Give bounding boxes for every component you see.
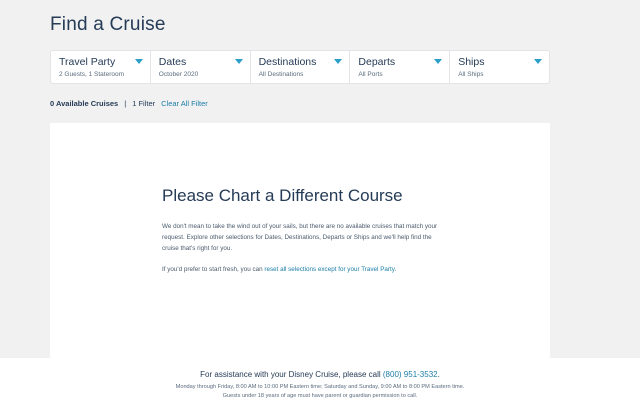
reset-prefix: If you'd prefer to start fresh, you can <box>162 266 265 273</box>
chevron-down-icon <box>234 59 243 64</box>
filter-bar: Travel Party 2 Guests, 1 Stateroom Dates… <box>50 50 550 84</box>
results-summary: 0 Available Cruises | 1 Filter Clear All… <box>50 99 208 108</box>
hours-text: Monday through Friday, 8:00 AM to 10:00 … <box>175 384 465 390</box>
filter-value: All Destinations <box>258 71 304 78</box>
no-results-body: We don't mean to take the wind out of yo… <box>162 221 442 275</box>
filter-destinations[interactable]: Destinations All Destinations <box>251 51 351 83</box>
chevron-down-icon <box>134 59 143 64</box>
page-title: Find a Cruise <box>50 14 166 35</box>
phone-link[interactable]: (800) 951-3532 <box>383 370 438 379</box>
guardian-note: Guests under 18 years of age must have p… <box>222 393 418 399</box>
filter-ships[interactable]: Ships All Ships <box>450 51 549 83</box>
assistance-line: For assistance with your Disney Cruise, … <box>0 370 640 379</box>
filter-travel-party[interactable]: Travel Party 2 Guests, 1 Stateroom <box>51 51 151 83</box>
chevron-down-icon <box>434 59 443 64</box>
filter-value: All Ports <box>358 71 383 78</box>
summary-separator: | <box>124 99 127 108</box>
available-cruises-count: 0 Available Cruises <box>50 99 119 108</box>
assistance-prefix: For assistance with your Disney Cruise, … <box>200 370 383 379</box>
assistance-footer: For assistance with your Disney Cruise, … <box>0 358 640 417</box>
filter-count: 1 Filter <box>132 99 156 108</box>
filter-value: October 2020 <box>158 71 199 78</box>
clear-all-filter-link[interactable]: Clear All Filter <box>161 99 208 108</box>
filter-value: All Ships <box>458 71 484 78</box>
filter-departs[interactable]: Departs All Ports <box>350 51 451 83</box>
chevron-down-icon <box>334 59 343 64</box>
no-results-card: Please Chart a Different Course We don't… <box>50 123 550 358</box>
assistance-suffix: . <box>437 370 440 379</box>
filter-value: 2 Guests, 1 Stateroom <box>59 71 125 78</box>
no-results-message: We don't mean to take the wind out of yo… <box>162 223 438 252</box>
no-results-title: Please Chart a Different Course <box>162 186 403 205</box>
reset-suffix: . <box>394 266 397 273</box>
chevron-down-icon <box>533 59 542 64</box>
reset-selections-link[interactable]: reset all selections except for your Tra… <box>264 266 394 273</box>
filter-dates[interactable]: Dates October 2020 <box>151 51 251 83</box>
reset-message: If you'd prefer to start fresh, you can … <box>162 264 442 275</box>
